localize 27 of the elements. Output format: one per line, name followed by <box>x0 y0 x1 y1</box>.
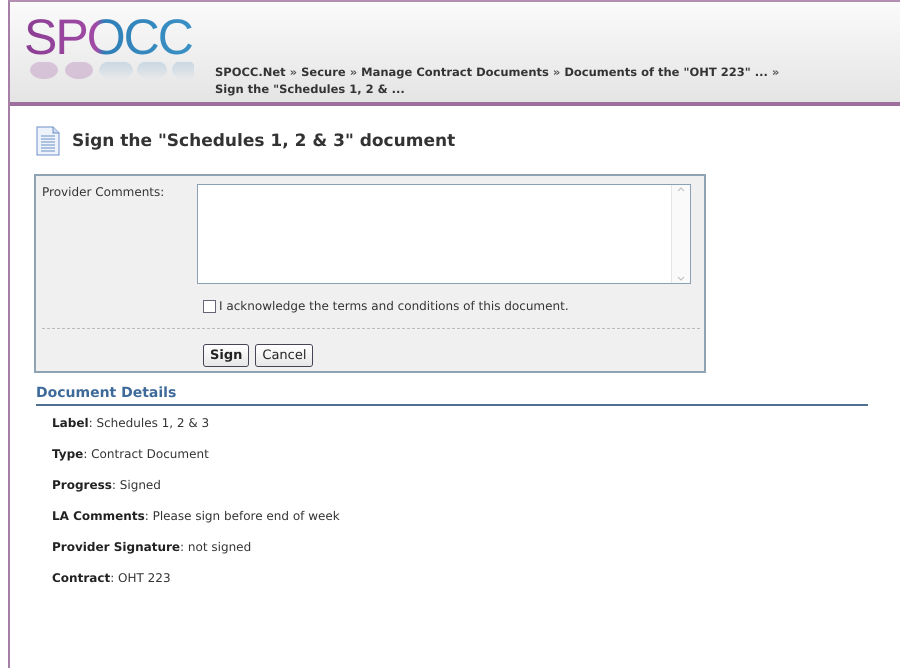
field-label: Provider Comments: <box>42 184 166 201</box>
breadcrumb-separator: » <box>772 65 780 79</box>
detail-field: Contract: OHT 223 <box>52 571 876 585</box>
detail-field: LA Comments: Please sign before end of week <box>52 509 876 523</box>
section-heading: Document Details <box>36 385 868 406</box>
document-icon <box>36 126 60 156</box>
breadcrumb-separator: » <box>290 65 298 79</box>
breadcrumb-link[interactable]: Secure <box>301 65 346 79</box>
breadcrumb-link[interactable]: Manage Contract Documents <box>361 65 549 79</box>
scroll-down-icon[interactable] <box>676 275 686 283</box>
checkbox[interactable] <box>203 300 216 312</box>
detail-field: Type: Contract Document <box>52 447 876 461</box>
detail-field: Progress: Signed <box>52 478 876 492</box>
breadcrumb-link[interactable]: Documents of the "OHT 223" ... <box>564 65 768 79</box>
cancel-button[interactable]: Cancel <box>255 344 314 367</box>
detail-field: Provider Signature: not signed <box>52 540 876 554</box>
detail-field: Label: Schedules 1, 2 & 3 <box>52 416 876 430</box>
scroll-up-icon[interactable] <box>676 185 686 193</box>
page-title: Sign the "Schedules 1, 2 & 3" document <box>72 131 456 151</box>
breadcrumb-link[interactable]: SPOCC.Net <box>215 65 286 79</box>
checkbox-label: I acknowledge the terms and conditions of this document. <box>219 299 569 313</box>
logo: SPOCC <box>10 2 215 102</box>
breadcrumb-separator: » <box>350 65 358 79</box>
breadcrumb-separator: » <box>552 65 560 79</box>
sign-button[interactable]: Sign <box>203 344 250 367</box>
breadcrumb-link[interactable]: Sign the "Schedules 1, 2 & ... <box>215 82 405 96</box>
comments-field[interactable] <box>197 184 691 284</box>
